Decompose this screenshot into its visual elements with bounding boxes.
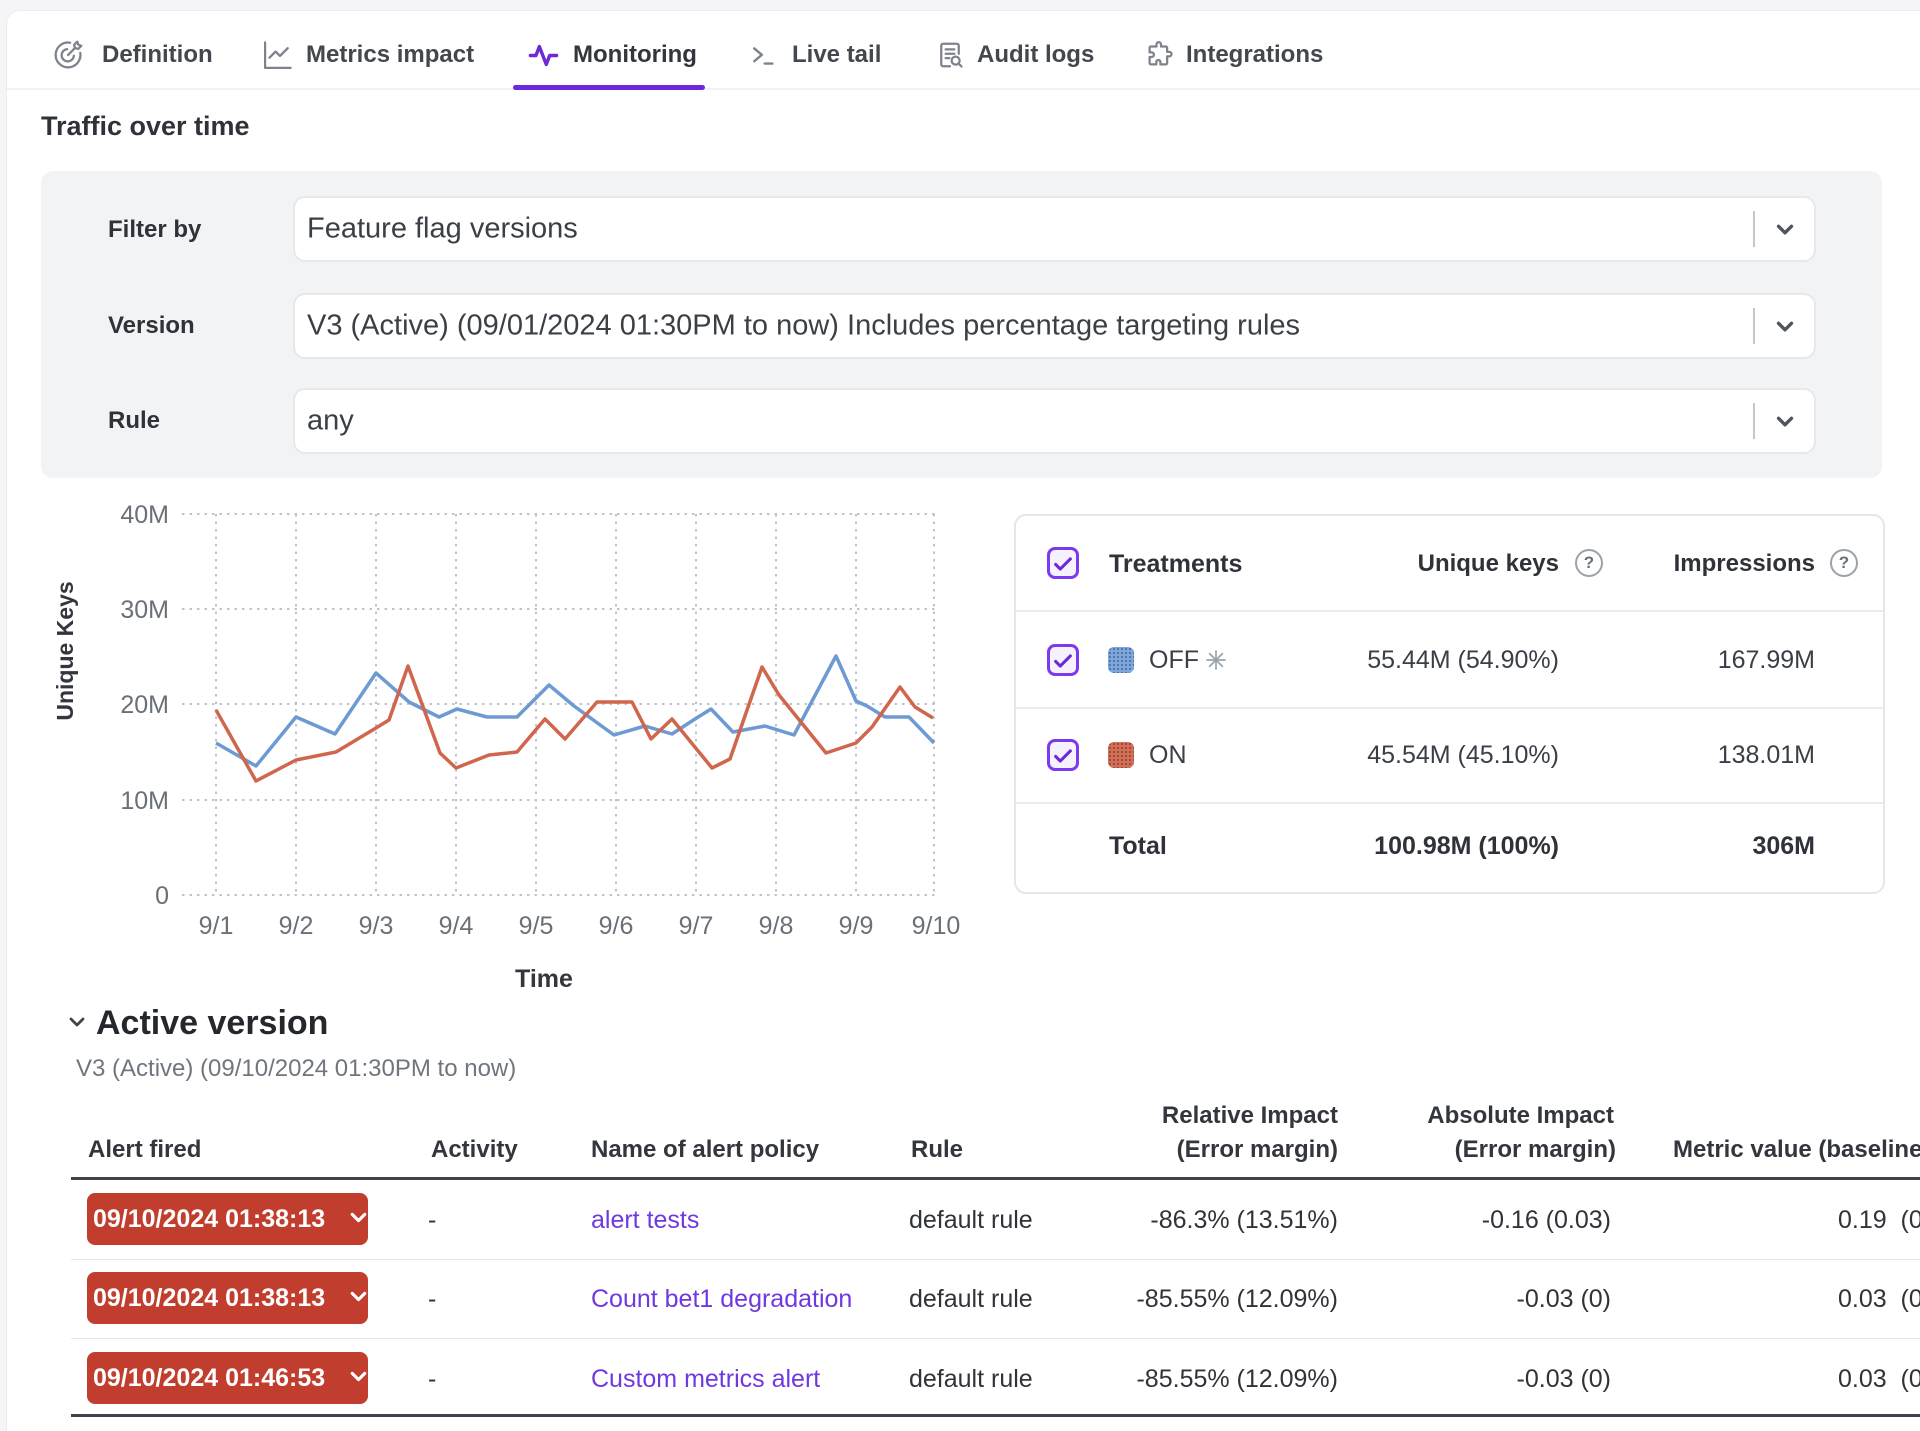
- svg-text:9/1: 9/1: [199, 912, 234, 940]
- svg-text:9/8: 9/8: [759, 912, 794, 940]
- svg-text:Time: Time: [515, 965, 573, 993]
- svg-text:10M: 10M: [120, 787, 169, 815]
- svg-text:9/3: 9/3: [359, 912, 394, 940]
- svg-text:9/7: 9/7: [679, 912, 714, 940]
- svg-text:0: 0: [155, 882, 169, 910]
- svg-text:9/2: 9/2: [279, 912, 314, 940]
- svg-text:30M: 30M: [120, 596, 169, 624]
- svg-text:20M: 20M: [120, 691, 169, 719]
- svg-text:9/10: 9/10: [912, 912, 961, 940]
- svg-text:9/9: 9/9: [839, 912, 874, 940]
- svg-text:Unique Keys: Unique Keys: [52, 581, 78, 720]
- svg-text:40M: 40M: [120, 501, 169, 529]
- svg-text:9/5: 9/5: [519, 912, 554, 940]
- svg-text:9/6: 9/6: [599, 912, 634, 940]
- svg-text:9/4: 9/4: [439, 912, 474, 940]
